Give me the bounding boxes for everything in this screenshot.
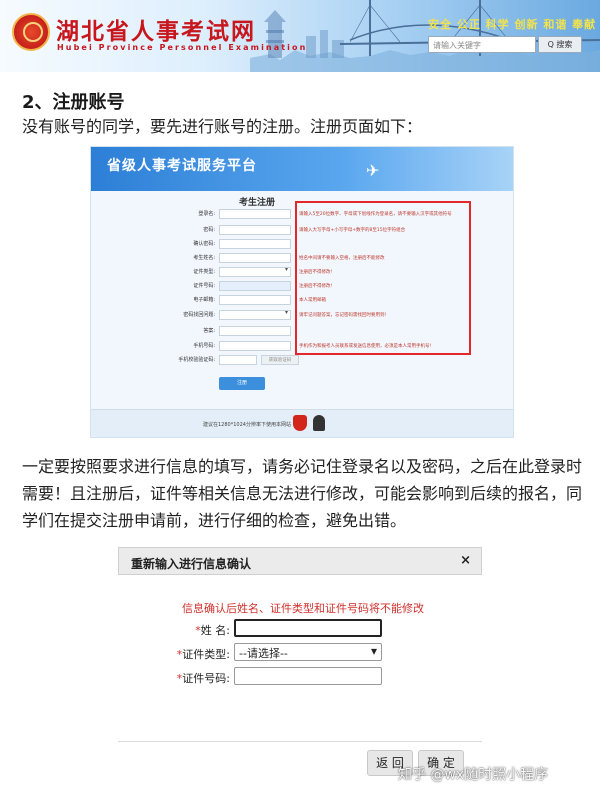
police-mascot-icon — [313, 415, 325, 431]
password-input[interactable] — [219, 225, 291, 235]
register-button[interactable]: 注册 — [219, 377, 265, 390]
field-label: 密码: — [203, 227, 215, 233]
sms-code-input[interactable] — [219, 355, 257, 365]
id-number-input[interactable] — [219, 281, 291, 291]
dialog-field-row: *证件类型: --请选择-- — [118, 643, 482, 663]
email-input[interactable] — [219, 295, 291, 305]
site-slogans: 安全 公正 科学 创新 和谐 奉献 — [428, 18, 597, 31]
dialog-footer-divider — [118, 741, 482, 742]
field-label: 证件号码: — [193, 283, 215, 289]
dialog-field-label: *证件类型: — [176, 648, 230, 661]
field-label: 确认密码: — [193, 241, 215, 247]
confirm-password-input[interactable] — [219, 239, 291, 249]
security-question-select[interactable] — [219, 309, 291, 320]
registration-page-screenshot: 省级人事考试服务平台 ✈ 考生注册 登录名: 请输入5至20位数字、字母或下划线… — [90, 146, 514, 438]
site-subtitle: Hubei Province Personnel Examination — [57, 43, 308, 52]
confirm-id-type-select[interactable]: --请选择-- — [234, 643, 382, 661]
field-label: 证件类型: — [193, 269, 215, 275]
confirm-name-input[interactable] — [234, 619, 382, 637]
phone-input[interactable] — [219, 341, 291, 351]
site-banner: 湖北省人事考试网 Hubei Province Personnel Examin… — [0, 0, 600, 72]
field-label: 电子邮箱: — [193, 297, 215, 303]
answer-input[interactable] — [219, 326, 291, 336]
form-title: 考生注册 — [239, 198, 276, 208]
confirm-dialog-screenshot: 重新输入进行信息确认 × 信息确认后姓名、证件类型和证件号码将不能修改 *姓 名… — [118, 547, 482, 797]
get-code-button[interactable]: 获取验证码 — [261, 355, 299, 365]
close-icon[interactable]: × — [460, 553, 471, 568]
id-type-select[interactable] — [219, 266, 291, 277]
field-label: 登录名: — [198, 211, 215, 217]
dialog-field-row: *证件号码: — [118, 667, 482, 687]
platform-footer: 建议在1280*1024分辨率下使用本网站 — [91, 409, 513, 437]
instruction-paragraph: 一定要按照要求进行信息的填写，请务必记住登录名以及密码，之后在此登录时需要！且注… — [22, 457, 583, 530]
dialog-title: 重新输入进行信息确认 — [131, 557, 252, 571]
field-row: 手机校验验证码: 获取验证码 — [91, 355, 513, 367]
field-label: 答案: — [203, 328, 215, 334]
site-title: 湖北省人事考试网 — [56, 18, 256, 45]
warning-text: 信息确认后姓名、证件类型和证件号码将不能修改 — [182, 602, 424, 615]
login-name-input[interactable] — [219, 209, 291, 219]
dialog-field-label: *姓 名: — [195, 624, 230, 637]
highlight-box — [295, 201, 471, 355]
zhihu-watermark: 知乎 @wx随时照小程序 — [398, 767, 549, 783]
search-input[interactable]: 请输入关键字 — [428, 36, 536, 53]
dialog-field-row: *姓 名: — [118, 619, 482, 639]
field-label: 密码找回问题: — [183, 312, 215, 318]
name-input[interactable] — [219, 253, 291, 263]
platform-header: 省级人事考试服务平台 ✈ — [91, 147, 513, 191]
field-label: 手机校验验证码: — [178, 357, 215, 363]
footer-text: 建议在1280*1024分辨率下使用本网站 — [203, 422, 291, 428]
field-label: 考生姓名: — [193, 255, 215, 261]
section-heading: 2、注册账号 — [22, 92, 125, 113]
police-badge-icon — [293, 415, 307, 431]
field-label: 手机号码: — [193, 343, 215, 349]
platform-title: 省级人事考试服务平台 — [107, 158, 257, 174]
confirm-id-number-input[interactable] — [234, 667, 382, 685]
dialog-header: 重新输入进行信息确认 × — [118, 547, 482, 575]
dialog-field-label: *证件号码: — [176, 672, 230, 685]
intro-paragraph: 没有账号的同学，要先进行账号的注册。注册页面如下： — [22, 117, 423, 136]
airplane-icon: ✈ — [366, 161, 380, 180]
search-button[interactable]: Q 搜索 — [538, 36, 582, 53]
hubei-exam-logo-seal — [12, 13, 50, 51]
